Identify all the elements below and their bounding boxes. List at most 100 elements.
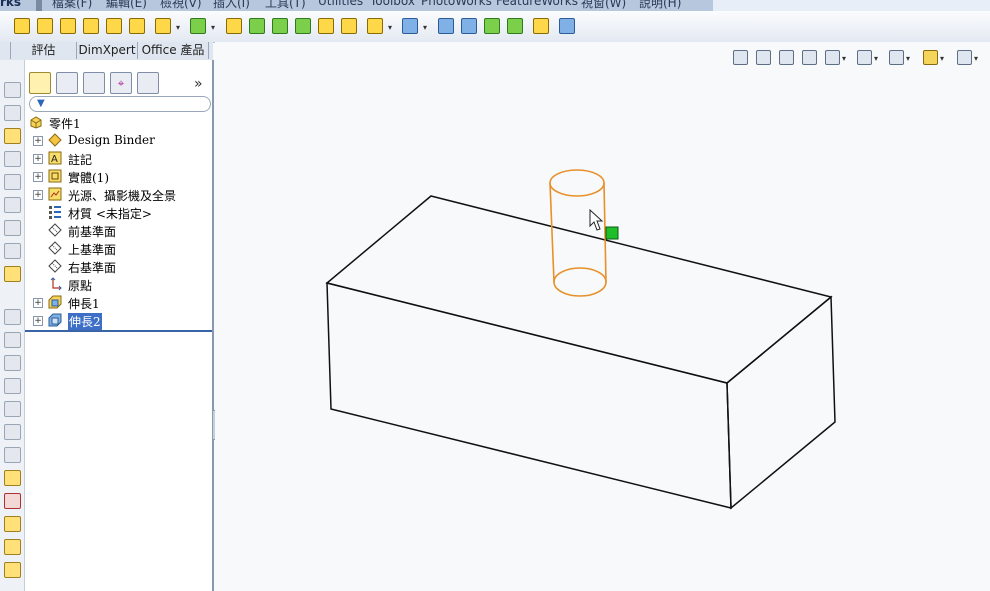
- rib-icon[interactable]: [226, 18, 242, 34]
- tree-item-front-plane[interactable]: 前基準面: [25, 222, 212, 240]
- menu-help[interactable]: 說明(H): [639, 0, 681, 11]
- move-entities-icon[interactable]: [4, 516, 21, 532]
- tree-item-extrude1[interactable]: + 伸長1: [25, 294, 212, 312]
- svg-text:A: A: [51, 154, 58, 165]
- expand-icon[interactable]: +: [33, 172, 43, 182]
- view-left-icon[interactable]: [4, 355, 21, 371]
- tree-item-design-binder[interactable]: + Design Binder: [25, 132, 212, 150]
- tab-evaluate[interactable]: 評估: [11, 42, 77, 59]
- menu-photoworks[interactable]: PhotoWorks: [421, 0, 492, 8]
- menu-tools[interactable]: 工具(T): [265, 0, 306, 11]
- dimxpert-icon[interactable]: ⌖: [110, 72, 132, 94]
- curves-icon[interactable]: [402, 18, 418, 34]
- extruded-cut-icon[interactable]: [106, 18, 122, 34]
- sketch-fillet-icon[interactable]: [4, 220, 21, 236]
- tree-item-top-plane[interactable]: 上基準面: [25, 240, 212, 258]
- swept-boss-icon[interactable]: [60, 18, 76, 34]
- tree-item-origin[interactable]: 原點: [25, 276, 212, 294]
- propertymanager-icon[interactable]: [56, 72, 78, 94]
- add-relation-icon[interactable]: [4, 266, 21, 282]
- curves-dropdown-icon[interactable]: ▾: [423, 23, 427, 32]
- revolved-cut-icon[interactable]: [129, 18, 145, 34]
- menu-window[interactable]: 視窗(W): [581, 0, 626, 11]
- chevron-right-icon[interactable]: »: [194, 76, 203, 92]
- split-icon[interactable]: [461, 18, 477, 34]
- revolved-boss-icon[interactable]: [37, 18, 53, 34]
- view-top-icon[interactable]: [4, 401, 21, 417]
- favorite-icon[interactable]: [533, 18, 549, 34]
- sketch-spline-icon[interactable]: [4, 197, 21, 213]
- draft-icon[interactable]: [249, 18, 265, 34]
- menu-file[interactable]: 檔案(F): [52, 0, 92, 11]
- tree-item-lights-cameras[interactable]: + 光源、攝影機及全景: [25, 186, 212, 204]
- model-view[interactable]: [215, 42, 990, 591]
- configurationmanager-icon[interactable]: [83, 72, 105, 94]
- edit-sketch-icon[interactable]: [4, 470, 21, 486]
- menu-toolbox[interactable]: Toolbox: [370, 0, 415, 8]
- expand-icon[interactable]: +: [33, 298, 43, 308]
- block-front-face: [326, 282, 732, 509]
- fillet-dropdown-icon[interactable]: ▾: [176, 23, 180, 32]
- smart-dimension-icon[interactable]: [4, 128, 21, 144]
- tree-item-label: 前基準面: [68, 225, 117, 239]
- standard-toolbar: [713, 0, 990, 11]
- tab-previous[interactable]: [0, 42, 11, 59]
- extruded-boss-icon[interactable]: [14, 18, 30, 34]
- sketch-toolbar: [0, 60, 25, 591]
- rollback-bar[interactable]: [25, 330, 212, 332]
- tree-item-right-plane[interactable]: 右基準面: [25, 258, 212, 276]
- graphics-area[interactable]: ▾ ▾ ▾ ▾ ▾: [215, 42, 990, 591]
- sketch-line-icon[interactable]: [4, 82, 21, 98]
- expand-icon[interactable]: +: [33, 190, 43, 200]
- menu-utilities[interactable]: Utilities: [318, 0, 363, 8]
- view-bottom-icon[interactable]: [4, 424, 21, 440]
- view-front-icon[interactable]: [4, 309, 21, 325]
- view-isometric-icon[interactable]: [4, 447, 21, 463]
- lights-cameras-icon: [48, 187, 62, 201]
- add-sketch-icon[interactable]: [4, 493, 21, 509]
- sketch-rectangle-icon[interactable]: [4, 105, 21, 121]
- menu-view[interactable]: 檢視(V): [160, 0, 202, 11]
- featuremanager-icon[interactable]: [29, 72, 51, 94]
- tab-dimxpert[interactable]: DimXpert: [77, 42, 138, 59]
- construction-line-icon[interactable]: [4, 243, 21, 259]
- fillet-icon[interactable]: [155, 18, 171, 34]
- tree-item-label: 上基準面: [68, 243, 117, 257]
- copy-entities-icon[interactable]: [4, 539, 21, 555]
- sketch-arc-icon[interactable]: [4, 174, 21, 190]
- dome-icon[interactable]: [318, 18, 334, 34]
- rotate-entities-icon[interactable]: [4, 562, 21, 578]
- display-manager-icon[interactable]: [137, 72, 159, 94]
- tree-item-extrude2[interactable]: + 伸長2: [25, 312, 212, 330]
- linear-pattern-icon[interactable]: [190, 18, 206, 34]
- view-right-icon[interactable]: [4, 378, 21, 394]
- menu-featureworks[interactable]: FeatureWorks: [496, 0, 578, 8]
- expand-icon[interactable]: +: [33, 154, 43, 164]
- expand-icon[interactable]: +: [33, 316, 43, 326]
- lofted-boss-icon[interactable]: [83, 18, 99, 34]
- shell-icon[interactable]: [272, 18, 288, 34]
- menu-insert[interactable]: 插入(I): [213, 0, 250, 11]
- wrap-icon[interactable]: [295, 18, 311, 34]
- menu-edit[interactable]: 編輯(E): [106, 0, 147, 11]
- mirror-icon[interactable]: [341, 18, 357, 34]
- intersect-icon[interactable]: [507, 18, 523, 34]
- tree-filter-input[interactable]: ▼: [29, 96, 211, 112]
- view-back-icon[interactable]: [4, 332, 21, 348]
- instant3d-icon[interactable]: [438, 18, 454, 34]
- measure-icon[interactable]: [559, 18, 575, 34]
- tree-item-label: 註記: [68, 153, 93, 167]
- reference-geometry-icon[interactable]: [367, 18, 383, 34]
- tree-item-material[interactable]: 材質 <未指定>: [25, 204, 212, 222]
- tree-item-solid-bodies[interactable]: + 實體(1): [25, 168, 212, 186]
- sketch-circle-icon[interactable]: [4, 151, 21, 167]
- tree-item-annotations[interactable]: + A 註記: [25, 150, 212, 168]
- origin-icon: [50, 277, 62, 291]
- combine-icon[interactable]: [484, 18, 500, 34]
- tab-office-products[interactable]: Office 產品: [138, 42, 209, 59]
- expand-icon[interactable]: +: [33, 136, 43, 146]
- tree-root[interactable]: 零件1: [25, 114, 212, 132]
- pattern-dropdown-icon[interactable]: ▾: [211, 23, 215, 32]
- drag-handle[interactable]: [605, 226, 619, 240]
- reference-geometry-dropdown-icon[interactable]: ▾: [388, 23, 392, 32]
